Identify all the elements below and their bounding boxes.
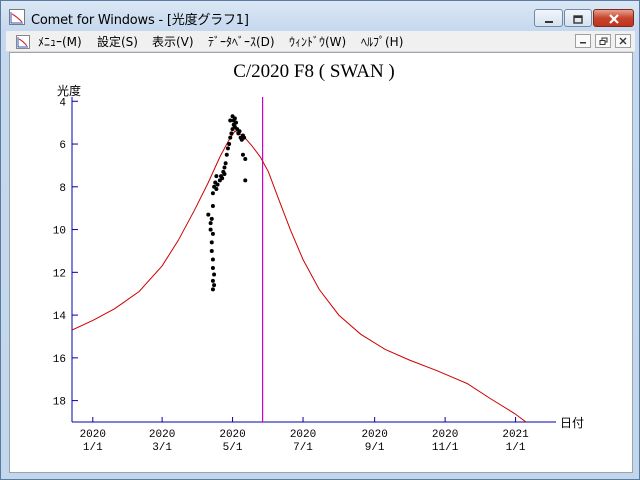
observation-point [210,266,215,271]
y-tick-label: 10 [53,226,66,238]
x-tick-date: 5/1 [223,442,243,454]
x-axis-label: 日付 [560,416,584,430]
observation-point [228,118,233,123]
observation-point [227,142,232,147]
observation-point [240,152,245,157]
observation-point [210,204,215,209]
child-restore-button[interactable] [595,34,611,48]
x-tick-date: 1/1 [506,442,526,454]
observation-point [210,191,215,196]
observation-point [210,257,215,262]
observation-point [242,135,247,140]
observation-point [209,248,214,253]
menu-view[interactable]: 表示(V) [152,33,194,50]
observation-point [224,152,229,157]
observation-point [243,178,248,183]
observation-point [206,212,211,217]
chart-axes [71,97,556,423]
menu-settings[interactable]: 設定(S) [97,33,138,50]
maximize-button[interactable] [564,9,592,27]
y-tick-label: 4 [59,97,66,109]
observation-point [229,131,234,136]
observation-point [222,171,227,176]
x-tick-date: 11/1 [432,442,459,454]
x-tick-date: 3/1 [152,442,172,454]
y-tick-label: 8 [59,183,66,195]
y-tick-label: 6 [59,140,66,152]
document-graph-icon[interactable] [16,34,30,49]
observation-point [225,146,230,151]
light-curve-chart: C/2020 F8 ( SWAN ) 光度 日付 4 6 8 10 12 14 16 18 2… [53,61,584,454]
observation-point [208,227,213,232]
observation-point [237,129,242,134]
observation-point [212,283,217,288]
menu-window[interactable]: ｳｨﾝﾄﾞｳ(W) [289,33,346,50]
minimize-button[interactable] [534,9,563,27]
observation-point [210,287,215,292]
observation-point [220,176,225,181]
plot-area [72,97,527,423]
x-tick-year: 2020 [361,429,387,441]
x-tick-date: 1/1 [83,442,103,454]
close-icon [608,9,620,28]
x-tick-year: 2020 [149,429,175,441]
x-tick-year: 2020 [219,429,245,441]
observation-point [214,186,219,191]
y-ticks: 4 6 8 10 12 14 16 18 [53,97,78,409]
predicted-curve [72,130,527,423]
observation-point [209,216,214,221]
observation-point [222,165,227,170]
observation-point [214,174,219,179]
observation-point [210,231,215,236]
observation-point [212,272,217,277]
x-tick-year: 2021 [502,429,529,441]
x-tick-year: 2020 [432,429,458,441]
y-tick-label: 12 [53,268,66,280]
menu-database[interactable]: ﾃﾞｰﾀﾍﾞｰｽ(D) [208,33,275,50]
title-bar[interactable]: Comet for Windows - [光度グラフ1] [1,1,639,31]
close-button[interactable] [593,9,634,27]
graph-client-area: C/2020 F8 ( SWAN ) 光度 日付 4 6 8 10 12 14 16 18 2… [9,52,633,473]
observation-point [208,221,213,226]
observation-point [228,135,233,140]
x-tick-date: 9/1 [365,442,385,454]
y-tick-label: 16 [53,354,66,366]
menu-bar: ﾒﾆｭｰ(M) 設定(S) 表示(V) ﾃﾞｰﾀﾍﾞｰｽ(D) ｳｨﾝﾄﾞｳ(W… [6,31,635,52]
comet-app-icon [9,9,25,25]
y-tick-label: 18 [53,397,66,409]
observation-point [215,182,220,187]
y-tick-label: 14 [53,311,67,323]
child-minimize-button[interactable] [575,34,591,48]
observation-point [210,278,215,283]
menu-help[interactable]: ﾍﾙﾌﾟ(H) [361,33,403,50]
x-tick-year: 2020 [290,429,316,441]
window-title: Comet for Windows - [光度グラフ1] [31,13,249,28]
child-close-button[interactable] [615,34,631,48]
x-tick-year: 2020 [80,429,106,441]
x-ticks: 20201/120203/120205/120207/120209/120201… [80,417,529,454]
application-window: Comet for Windows - [光度グラフ1] ﾒﾆｭｰ(M) 設定(… [0,0,640,480]
observation-point [234,120,239,125]
minimize-icon [544,9,554,28]
chart-title: C/2020 F8 ( SWAN ) [233,61,395,82]
menu-menu[interactable]: ﾒﾆｭｰ(M) [38,33,82,50]
observation-point [243,157,248,162]
observation-point [209,240,214,245]
observation-point [230,114,235,119]
x-tick-date: 7/1 [293,442,313,454]
maximize-icon [573,9,583,28]
observation-point [223,161,228,166]
y-axis-label: 光度 [57,83,81,98]
